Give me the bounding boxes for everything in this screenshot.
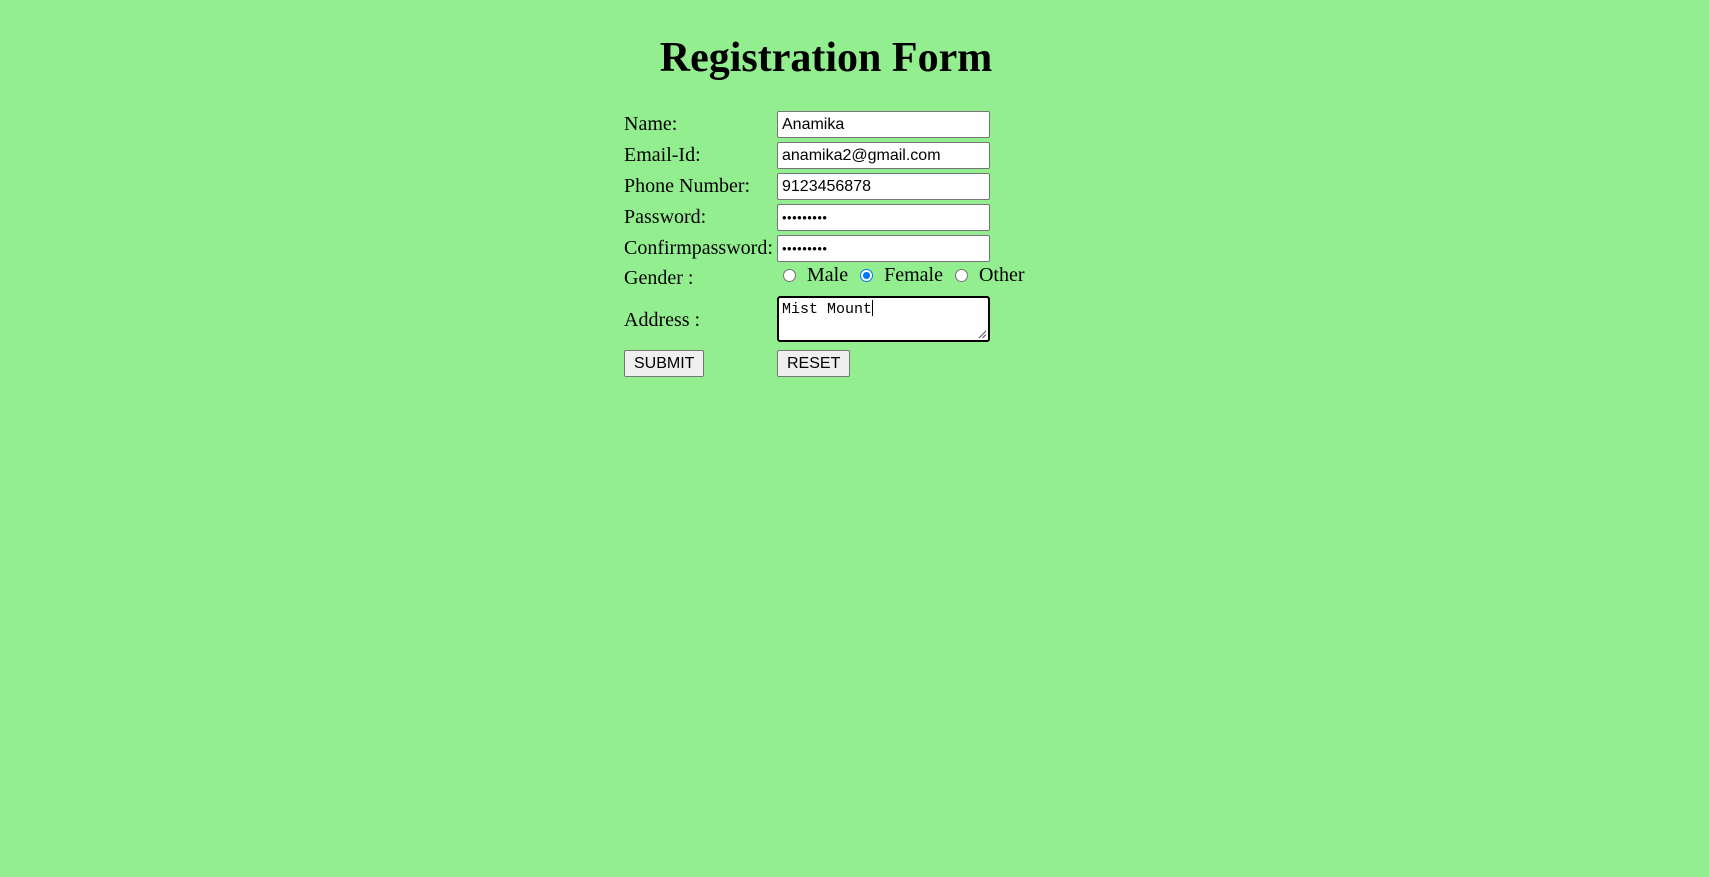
gender-other-label: Other bbox=[978, 264, 1025, 286]
submit-button[interactable]: SUBMIT bbox=[624, 350, 705, 377]
reset-button[interactable]: RESET bbox=[777, 350, 851, 377]
email-label: Email-Id: bbox=[624, 144, 701, 166]
phone-input[interactable]: 9123456878 bbox=[777, 173, 990, 200]
gender-male-label: Male bbox=[807, 264, 849, 286]
email-input[interactable]: anamika2@gmail.com bbox=[777, 142, 990, 169]
resize-grip-icon[interactable] bbox=[978, 330, 986, 338]
address-textarea[interactable]: Mist Mount bbox=[777, 296, 990, 342]
gender-female-label: Female bbox=[884, 264, 943, 286]
confirm-password-input[interactable]: ••••••••• bbox=[777, 235, 990, 262]
name-input[interactable]: Anamika bbox=[777, 111, 990, 138]
gender-label: Gender : bbox=[624, 267, 694, 289]
gender-female-radio[interactable] bbox=[860, 269, 874, 282]
text-caret bbox=[872, 300, 874, 316]
page-title: Registration Form bbox=[659, 35, 993, 81]
password-label: Password: bbox=[624, 206, 707, 228]
gender-options: Male Female Other bbox=[783, 264, 1037, 287]
gender-male-radio[interactable] bbox=[783, 269, 796, 282]
address-label: Address : bbox=[624, 309, 701, 331]
password-input[interactable]: ••••••••• bbox=[777, 204, 990, 231]
phone-label: Phone Number: bbox=[624, 175, 751, 197]
address-text: Mist Mount bbox=[782, 301, 873, 318]
name-label: Name: bbox=[624, 113, 678, 135]
gender-other-radio[interactable] bbox=[954, 269, 968, 282]
confirm-password-label: Confirmpassword: bbox=[624, 237, 773, 259]
